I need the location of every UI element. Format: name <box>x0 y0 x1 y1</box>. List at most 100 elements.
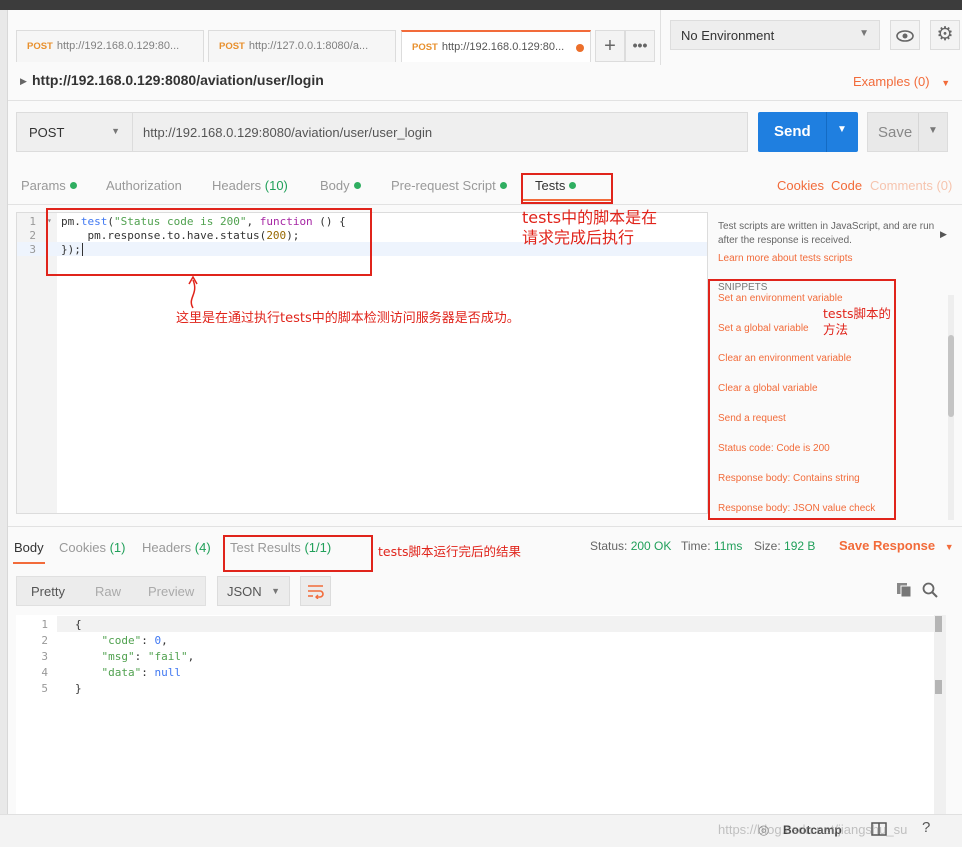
method-value: POST <box>29 125 65 140</box>
line-number: 2 <box>41 634 48 647</box>
chevron-down-icon: ▼ <box>941 78 951 88</box>
status-dot-icon <box>69 182 77 189</box>
tab-label: Headers <box>212 178 262 193</box>
format-pretty[interactable]: Pretty <box>31 584 65 599</box>
eye-icon[interactable] <box>890 20 920 50</box>
collapse-sidebar-arrow-icon[interactable]: ▶ <box>940 229 947 240</box>
tests-description: Test scripts are written in JavaScript, … <box>718 220 938 266</box>
annotation-tests-note: tests中的脚本是在 请求完成后执行 <box>522 208 658 247</box>
format-type-select[interactable]: JSON ▼ <box>217 576 290 606</box>
scroll-marker <box>935 680 942 694</box>
send-label: Send <box>774 123 811 140</box>
active-tab-underline <box>13 562 45 564</box>
code-link[interactable]: Code <box>831 178 862 193</box>
response-tab-cookies[interactable]: Cookies (1) <box>59 540 125 555</box>
tab-pre-request-script[interactable]: Pre-request Script <box>391 178 507 193</box>
scroll-marker <box>935 616 942 632</box>
chevron-down-icon: ▼ <box>111 126 120 136</box>
tab-headers[interactable]: Headers (10) <box>212 178 288 193</box>
size-value: 192 B <box>784 539 816 553</box>
format-preview[interactable]: Preview <box>148 584 194 599</box>
json-line-msg: "msg": "fail", <box>101 650 195 663</box>
editor-line-numbers: 1 2 3 <box>22 215 36 257</box>
response-tab-headers[interactable]: Headers (4) <box>142 540 211 555</box>
window-top-strip <box>0 0 962 10</box>
request-tab-3-active[interactable]: POST http://192.168.0.129:80... <box>401 30 591 62</box>
tab-label: Headers <box>142 540 192 555</box>
response-line-numbers: 1 2 3 4 5 <box>24 617 48 697</box>
request-tab-1[interactable]: POST http://192.168.0.129:80... <box>16 30 204 62</box>
headers-count: (4) <box>194 540 211 555</box>
comments-link[interactable]: Comments (0) <box>870 178 952 193</box>
new-tab-plus-icon[interactable]: + <box>595 30 625 62</box>
line-number: 3 <box>41 650 48 663</box>
annotation-snippets-note: tests脚本的 方法 <box>823 306 892 337</box>
line-number: 2 <box>29 229 36 242</box>
method-select[interactable]: POST ▼ <box>16 112 133 152</box>
json-line-data: "data": null <box>101 666 182 679</box>
status-value: 200 OK <box>630 539 672 553</box>
status-dot-icon <box>499 182 507 189</box>
request-tab-2[interactable]: POST http://127.0.0.1:8080/a... <box>208 30 396 62</box>
more-tabs-ellipsis-icon[interactable]: ••• <box>625 30 655 62</box>
sidebar-scroll-thumb[interactable] <box>948 335 954 417</box>
response-size: Size: 192 B <box>754 539 816 553</box>
response-tab-body[interactable]: Body <box>14 540 44 555</box>
save-response-dropdown[interactable]: Save Response ▼ <box>839 538 954 553</box>
tab-body[interactable]: Body <box>320 178 361 193</box>
json-line-code: "code": 0, <box>101 634 168 647</box>
examples-dropdown[interactable]: Examples (0) ▼ <box>853 74 950 89</box>
environment-selected-value: No Environment <box>681 28 775 43</box>
time-value: 11ms <box>713 539 743 553</box>
expand-arrow-icon[interactable]: ▶ <box>20 76 27 87</box>
tab-label: Body <box>320 178 350 193</box>
gear-icon[interactable]: ⚙ <box>930 20 960 50</box>
divider <box>8 204 962 205</box>
url-input[interactable]: http://192.168.0.129:8080/aviation/user/… <box>132 112 748 152</box>
tab-method: POST <box>27 41 53 52</box>
copy-icon[interactable] <box>896 582 912 603</box>
save-button[interactable]: Save ▼ <box>867 112 948 152</box>
tab-label: Params <box>21 178 66 193</box>
format-type-value: JSON <box>227 584 262 599</box>
chevron-down-icon: ▼ <box>859 28 869 39</box>
learn-more-link[interactable]: Learn more about tests scripts <box>718 252 938 266</box>
environment-select[interactable]: No Environment ▼ <box>670 20 880 50</box>
search-icon[interactable] <box>922 582 938 603</box>
json-open-brace: { <box>75 618 82 631</box>
chevron-down-icon: ▼ <box>271 586 280 596</box>
response-json: { "code": 0, "msg": "fail", "data": null… <box>75 617 194 697</box>
divider <box>8 100 962 101</box>
response-status: Status: 200 OK <box>590 539 672 553</box>
examples-label: Examples (0) <box>853 74 930 89</box>
tab-method: POST <box>219 41 245 52</box>
request-title[interactable]: http://192.168.0.129:8080/aviation/user/… <box>32 72 324 88</box>
line-number: 4 <box>41 666 48 679</box>
tab-method: POST <box>412 42 438 53</box>
status-dot-icon <box>353 182 361 189</box>
tab-authorization[interactable]: Authorization <box>106 178 182 193</box>
line-number: 3 <box>29 243 36 256</box>
annotation-box-script <box>46 208 372 276</box>
tab-url: http://192.168.0.129:80... <box>441 41 565 53</box>
help-icon[interactable]: ? <box>922 819 930 836</box>
save-label: Save <box>878 124 913 141</box>
tab-url: http://192.168.0.129:80... <box>56 40 180 52</box>
divider <box>8 526 962 527</box>
chevron-down-icon: ▼ <box>944 542 954 552</box>
unsaved-dot-icon <box>576 44 584 52</box>
response-scrollbar[interactable] <box>934 615 946 815</box>
save-options-chevron-icon[interactable]: ▼ <box>928 125 938 136</box>
format-raw[interactable]: Raw <box>95 584 121 599</box>
wrap-lines-icon[interactable] <box>300 576 331 606</box>
line-number: 1 <box>41 618 48 631</box>
headers-count: (10) <box>264 178 288 193</box>
tab-url: http://127.0.0.1:8080/a... <box>248 40 369 52</box>
tab-params[interactable]: Params <box>21 178 77 193</box>
annotation-box-test-results <box>223 535 373 572</box>
cookies-link[interactable]: Cookies <box>777 178 824 193</box>
send-options-chevron-icon[interactable]: ▼ <box>837 124 847 135</box>
divider <box>918 113 919 151</box>
left-sidebar-edge <box>0 10 8 847</box>
send-button[interactable]: Send ▼ <box>758 112 858 152</box>
